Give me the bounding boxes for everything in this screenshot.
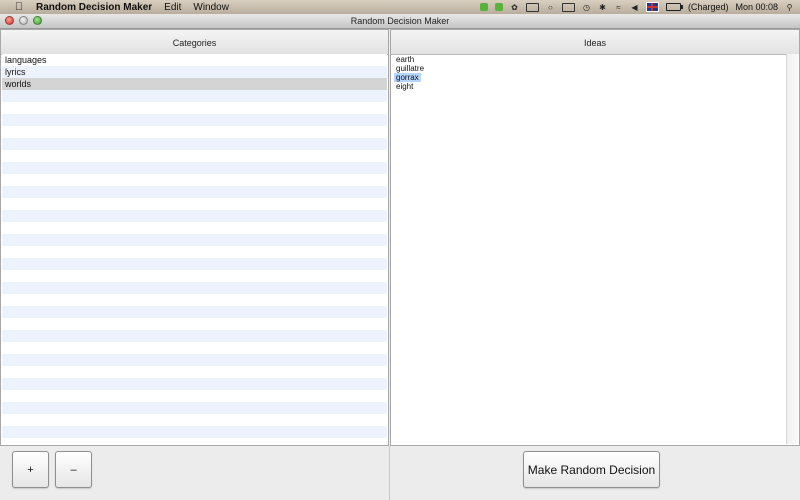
volume-icon[interactable]: ◀ <box>630 3 639 12</box>
category-item[interactable]: lyrics <box>2 66 387 78</box>
sync-icon[interactable]: ○ <box>546 3 555 12</box>
idea-text: guillatre <box>396 64 425 73</box>
idea-line: guillatre <box>393 64 426 73</box>
zoom-icon[interactable] <box>33 16 42 25</box>
categories-header[interactable]: Categories <box>1 30 388 55</box>
categories-list-background <box>2 54 387 444</box>
idea-line: eight <box>393 82 426 91</box>
tray-leaf-icon[interactable] <box>494 3 503 11</box>
edit-menu[interactable]: Edit <box>164 2 181 13</box>
tray-app-icon[interactable] <box>479 3 488 11</box>
tray-paw-icon[interactable]: ✿ <box>510 3 519 12</box>
ideas-header[interactable]: Ideas <box>391 30 799 55</box>
categories-list[interactable]: languages lyrics worlds <box>2 54 387 90</box>
minimize-icon[interactable] <box>19 16 28 25</box>
window-title: Random Decision Maker <box>350 16 450 26</box>
idea-line: earth <box>393 55 426 64</box>
ideas-text-area[interactable]: earth guillatre gorrax eight <box>393 55 426 91</box>
window-menu[interactable]: Window <box>193 2 229 13</box>
wifi-icon[interactable]: ≈ <box>614 3 623 12</box>
status-area: ✿ ○ ◷ ✱ ≈ ◀ (Charged) Mon 00:08 ⚲ <box>479 0 794 14</box>
ideas-toolbar: Make Random Decision <box>390 446 800 500</box>
apple-icon[interactable]:  <box>12 1 26 13</box>
ideas-scrollbar[interactable] <box>786 54 799 444</box>
menu-bar:  Random Decision Maker Edit Window ✿ ○ … <box>0 0 800 15</box>
window-titlebar[interactable]: Random Decision Maker <box>0 14 800 29</box>
category-item[interactable]: languages <box>2 54 387 66</box>
battery-icon[interactable] <box>665 3 683 11</box>
flag-icon[interactable] <box>645 2 659 12</box>
category-item[interactable]: worlds <box>2 78 387 90</box>
categories-panel: Categories languages lyrics worlds <box>0 29 389 446</box>
make-random-decision-button[interactable]: Make Random Decision <box>523 451 660 488</box>
idea-text: earth <box>396 55 415 64</box>
idea-text: eight <box>396 82 414 91</box>
idea-text: gorrax <box>394 73 421 82</box>
clock[interactable]: Mon 00:08 <box>735 2 778 12</box>
ideas-panel: Ideas earth guillatre gorrax eight <box>390 29 800 446</box>
tray-display-icon[interactable] <box>525 2 539 12</box>
close-icon[interactable] <box>5 16 14 25</box>
bluetooth-icon[interactable]: ✱ <box>598 3 607 12</box>
clock-icon[interactable]: ◷ <box>582 3 591 12</box>
add-category-button[interactable]: + <box>12 451 49 488</box>
categories-toolbar: + – <box>0 446 390 500</box>
idea-line: gorrax <box>393 73 426 82</box>
app-menu[interactable]: Random Decision Maker <box>36 2 152 13</box>
remove-category-button[interactable]: – <box>55 451 92 488</box>
spotlight-icon[interactable]: ⚲ <box>785 3 794 12</box>
battery-status: (Charged) <box>687 2 729 12</box>
screen-icon[interactable] <box>561 2 575 12</box>
